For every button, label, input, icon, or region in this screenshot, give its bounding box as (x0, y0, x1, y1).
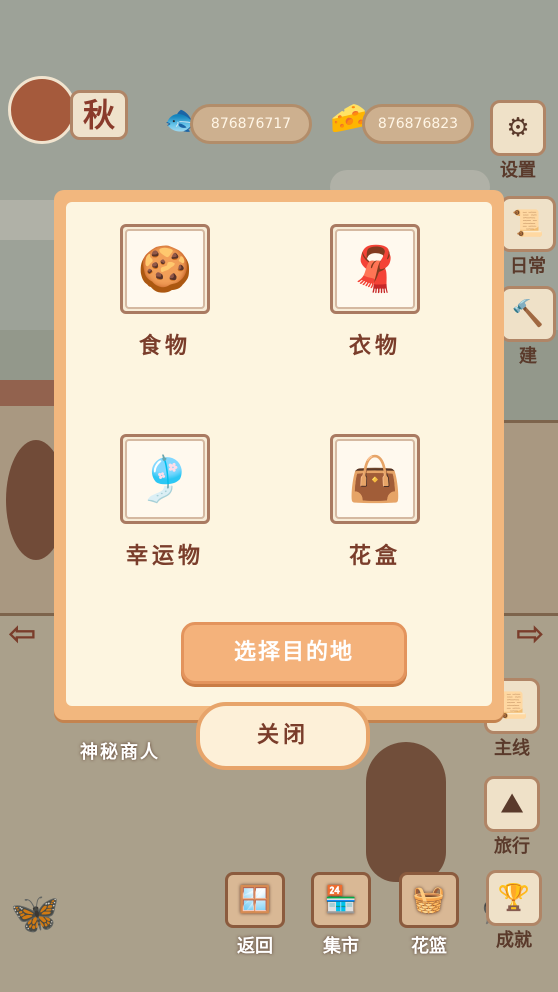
item-category-popup: 🍪 食物 🧣 衣物 🎐 幸运物 👜 花盒 选择目的地 (54, 190, 504, 720)
achievement-label: 成就 (496, 930, 532, 951)
cookie-plate-icon: 🍪 (125, 229, 205, 309)
item-flower-box[interactable]: 👜 花盒 (295, 434, 455, 570)
close-button[interactable]: 关闭 (196, 702, 370, 770)
build-label: 建 (519, 346, 537, 367)
item-label: 衣物 (348, 334, 401, 359)
mountain-icon: ⛰ (484, 776, 540, 832)
basket-label: 花篮 (411, 936, 447, 957)
item-label: 食物 (138, 334, 191, 359)
settings-button[interactable]: ⚙ 设置 (488, 100, 548, 182)
item-frame: 👜 (330, 434, 420, 524)
back-button[interactable]: 🪟 返回 (222, 872, 288, 958)
item-frame: 🎐 (120, 434, 210, 524)
item-frame: 🧣 (330, 224, 420, 314)
popup-content: 🍪 食物 🧣 衣物 🎐 幸运物 👜 花盒 选择目的地 (66, 202, 492, 706)
item-label: 花盒 (348, 544, 401, 569)
item-lucky-charm[interactable]: 🎐 幸运物 (85, 434, 245, 570)
daily-label: 日常 (510, 256, 546, 277)
build-button[interactable]: 🔨 建 (498, 286, 558, 368)
item-clothing[interactable]: 🧣 衣物 (295, 224, 455, 360)
settings-label: 设置 (500, 160, 536, 181)
choose-destination-button[interactable]: 选择目的地 (181, 622, 407, 684)
market-button[interactable]: 🏪 集市 (308, 872, 374, 958)
achievement-button[interactable]: 🏆 成就 (484, 870, 544, 952)
travel-label: 旅行 (494, 836, 530, 857)
item-label: 幸运物 (125, 544, 204, 569)
back-label: 返回 (237, 936, 273, 957)
autumn-tree-icon (8, 76, 76, 144)
window-icon: 🪟 (225, 872, 285, 928)
cheese-amount: 876876823 (362, 104, 474, 144)
item-frame: 🍪 (120, 224, 210, 314)
scroll-icon: 📜 (500, 196, 556, 252)
fish-amount: 876876717 (190, 104, 312, 144)
season-label: 秋 (70, 90, 128, 140)
arrow-right-icon[interactable]: ⇨ (516, 614, 545, 654)
scarf-icon: 🧣 (335, 229, 415, 309)
hammer-icon: 🔨 (500, 286, 556, 342)
item-food[interactable]: 🍪 食物 (85, 224, 245, 360)
market-label: 集市 (323, 936, 359, 957)
arrow-left-icon[interactable]: ⇦ (8, 614, 37, 654)
daily-button[interactable]: 📜 日常 (498, 196, 558, 278)
lucky-charm-icon: 🎐 (125, 439, 205, 519)
season-indicator: 秋 (8, 76, 128, 144)
gear-icon: ⚙ (490, 100, 546, 156)
main-quest-label: 主线 (494, 738, 530, 759)
basket-icon: 🧺 (399, 872, 459, 928)
travel-button[interactable]: ⛰ 旅行 (482, 776, 542, 858)
mysterious-merchant-label[interactable]: 神秘商人 (80, 738, 160, 764)
flower-box-icon: 👜 (335, 439, 415, 519)
trophy-icon: 🏆 (486, 870, 542, 926)
basket-button[interactable]: 🧺 花篮 (396, 872, 462, 958)
market-stall-icon: 🏪 (311, 872, 371, 928)
